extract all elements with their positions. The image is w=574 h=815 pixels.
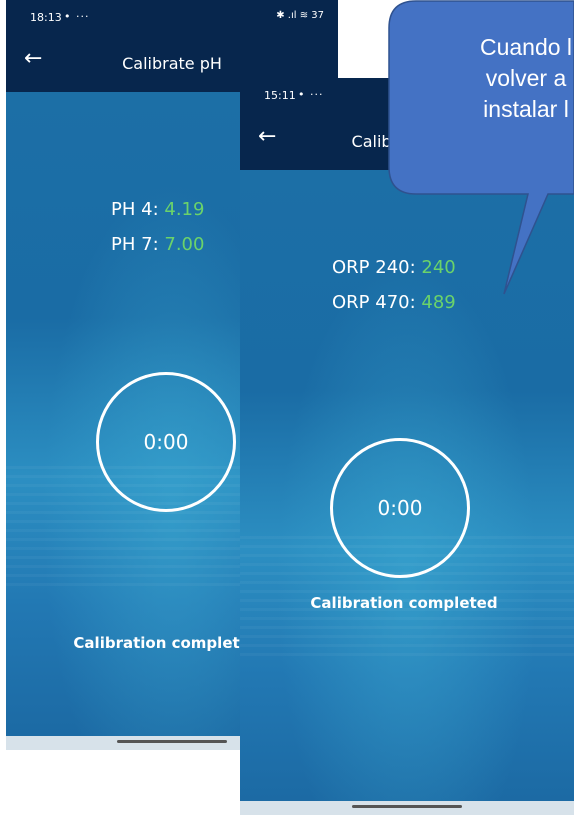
gesture-bar xyxy=(240,801,574,815)
calibration-status: Calibration completed xyxy=(310,594,498,612)
status-time: 18:13 xyxy=(30,11,62,24)
countdown-timer: 0:00 xyxy=(96,372,236,512)
reading-label: PH 7: xyxy=(111,234,159,255)
home-handle[interactable] xyxy=(117,740,227,743)
status-time: 15:11 xyxy=(264,89,296,102)
callout-line: instalar l xyxy=(483,96,569,122)
notification-icons: • ··· xyxy=(298,88,324,101)
system-icons: ✱ .ıl ≋ 37 xyxy=(276,10,324,21)
screen-title: Calibrate pH xyxy=(122,54,222,73)
reading-orp470: ORP 470: 489 xyxy=(332,292,456,313)
reading-label: ORP 470: xyxy=(332,292,416,313)
home-handle[interactable] xyxy=(352,805,462,808)
reading-ph7: PH 7: 7.00 xyxy=(111,234,204,255)
reading-value: 489 xyxy=(421,292,456,313)
notification-icons: • ··· xyxy=(64,10,90,23)
callout-line: volver a xyxy=(485,65,567,91)
callout-text: Cuando l volver a instalar l xyxy=(406,32,574,125)
reading-label: PH 4: xyxy=(111,199,159,220)
callout-bubble: Cuando l volver a instalar l xyxy=(388,0,574,295)
countdown-timer: 0:00 xyxy=(330,438,470,578)
reading-value: 4.19 xyxy=(164,199,205,220)
reading-ph4: PH 4: 4.19 xyxy=(111,199,204,220)
callout-line: Cuando l xyxy=(479,34,573,60)
reading-value: 7.00 xyxy=(164,234,205,255)
status-bar: 18:13 • ··· ✱ .ıl ≋ 37 xyxy=(6,0,338,36)
